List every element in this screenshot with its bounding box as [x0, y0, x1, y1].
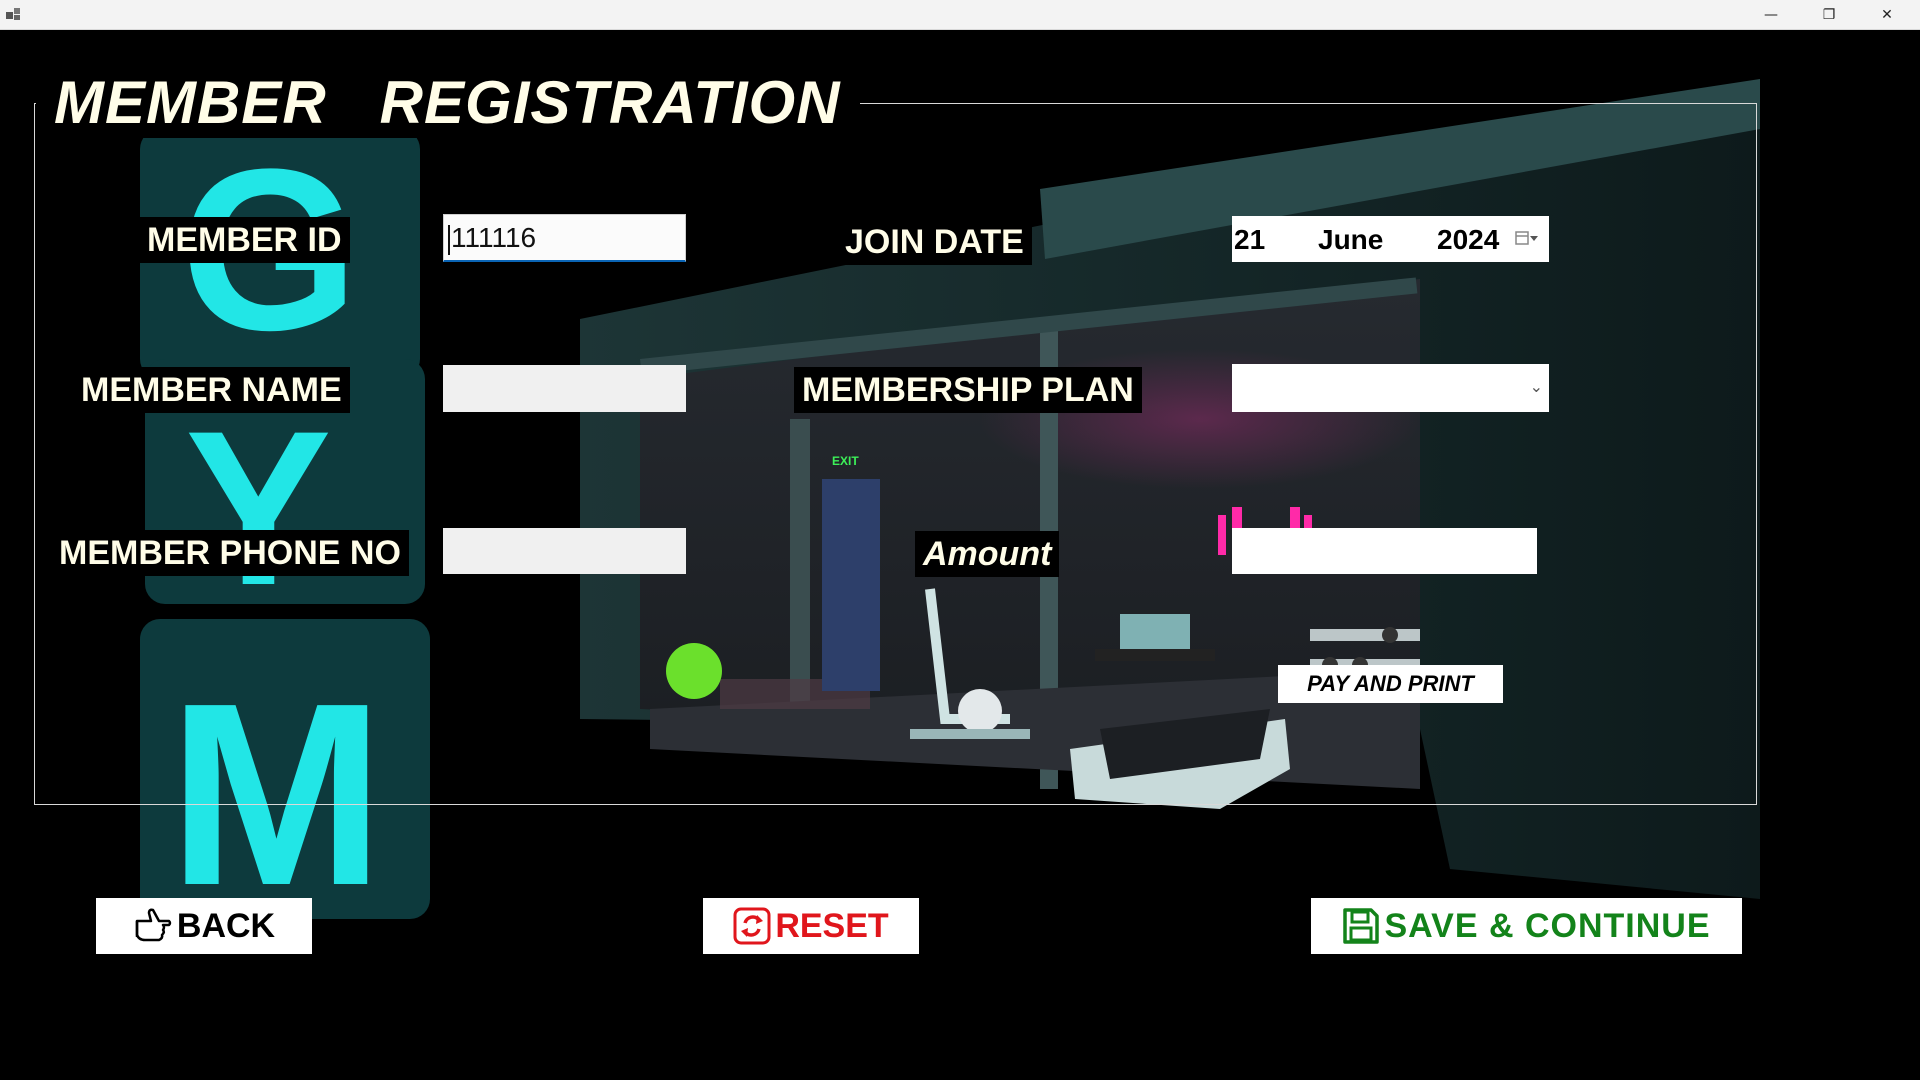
member-id-input[interactable]: 111116	[443, 214, 686, 262]
close-button[interactable]: ✕	[1858, 0, 1916, 29]
floppy-disk-icon	[1343, 908, 1380, 944]
member-name-label: MEMBER NAME	[73, 367, 350, 413]
minimize-button[interactable]: —	[1742, 0, 1800, 29]
back-button-label: BACK	[176, 906, 276, 945]
member-id-value: 111116	[451, 222, 537, 253]
amount-label: Amount	[915, 531, 1060, 577]
member-phone-input[interactable]	[443, 528, 686, 574]
maximize-button[interactable]: ❐	[1800, 0, 1858, 29]
join-date-picker[interactable]: 21 June 2024	[1232, 216, 1549, 262]
app-icon	[6, 8, 20, 20]
member-name-input[interactable]	[443, 365, 686, 412]
join-date-year[interactable]: 2024	[1437, 224, 1499, 256]
save-continue-button-label: SAVE & CONTINUE	[1384, 906, 1711, 945]
refresh-icon	[733, 907, 771, 945]
back-button[interactable]: BACK	[96, 898, 312, 954]
join-date-label: JOIN DATE	[837, 219, 1032, 265]
membership-plan-select[interactable]: ⌄	[1232, 364, 1549, 412]
save-continue-button[interactable]: SAVE & CONTINUE	[1311, 898, 1742, 954]
member-phone-label: MEMBER PHONE NO	[51, 530, 409, 576]
window-titlebar: — ❐ ✕	[0, 0, 1920, 30]
membership-plan-label: MEMBERSHIP PLAN	[794, 367, 1142, 413]
text-caret	[448, 224, 450, 255]
join-date-month[interactable]: June	[1318, 224, 1383, 256]
reset-button[interactable]: RESET	[703, 898, 919, 954]
page-title: MEMBER REGISTRATION	[36, 68, 860, 138]
join-date-day[interactable]: 21	[1234, 224, 1265, 256]
member-id-label: MEMBER ID	[139, 217, 350, 263]
chevron-down-icon: ⌄	[1529, 377, 1543, 396]
pointing-hand-icon	[135, 908, 172, 942]
reset-button-label: RESET	[775, 906, 889, 945]
pay-and-print-button[interactable]: PAY AND PRINT	[1278, 665, 1503, 703]
amount-input[interactable]	[1232, 528, 1537, 574]
calendar-dropdown-icon[interactable]	[1515, 230, 1539, 248]
